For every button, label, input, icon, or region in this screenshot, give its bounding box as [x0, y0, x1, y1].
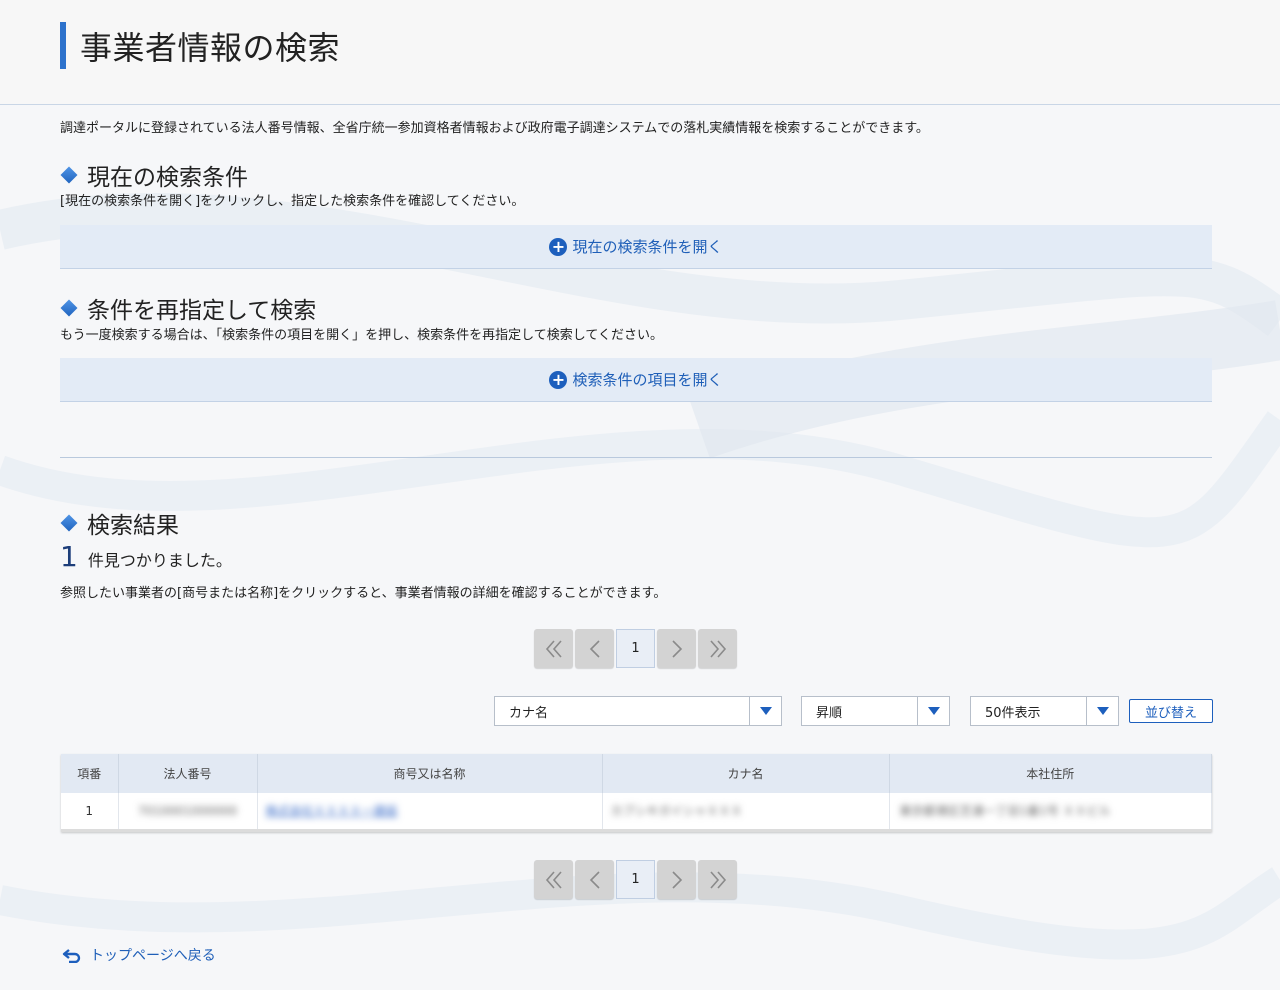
result-count-number: 1: [60, 540, 78, 573]
respecify-title: 条件を再指定して検索: [87, 298, 317, 324]
plus-circle-icon: +: [549, 370, 568, 389]
sort-button[interactable]: 並び替え: [1129, 699, 1213, 723]
next-page-button[interactable]: [657, 860, 696, 899]
results-title: 検索結果: [87, 513, 179, 539]
pager-top: 1: [534, 629, 737, 668]
pager-bottom: 1: [534, 860, 737, 899]
cell-number: 1: [61, 793, 119, 832]
chevron-right-icon: [671, 870, 682, 889]
results-description: 参照したい事業者の[商号または名称]をクリックすると、事業者情報の詳細を確認する…: [60, 586, 667, 601]
column-header-kana-name: カナ名: [602, 754, 890, 793]
section-divider: [60, 457, 1212, 458]
sort-field-select[interactable]: カナ名: [494, 696, 782, 726]
open-current-conditions-button[interactable]: + 現在の検索条件を開く: [60, 225, 1212, 269]
open-search-fields-label: 検索条件の項目を開く: [572, 371, 723, 389]
back-to-top-label: トップページへ戻る: [90, 948, 216, 964]
page-title: 事業者情報の検索: [80, 29, 341, 67]
result-count: 1 件見つかりました。: [60, 540, 232, 573]
diamond-icon: [60, 166, 78, 184]
current-page[interactable]: 1: [616, 860, 655, 899]
address-value: 東京都港区芝浦一丁目1番1号 ＸＸビル: [899, 804, 1111, 819]
diamond-icon: [60, 299, 78, 317]
per-page-select[interactable]: 50件表示: [970, 696, 1119, 726]
result-count-text: 件見つかりました。: [87, 551, 232, 570]
chevron-left-icon: [589, 870, 600, 889]
results-table: 項番 法人番号 商号又は名称 カナ名 本社住所 1 7010001000000 …: [61, 754, 1212, 832]
title-accent-bar: [60, 22, 66, 69]
results-heading: 検索結果: [60, 506, 179, 540]
dropdown-arrow-icon: [749, 697, 781, 725]
last-page-button[interactable]: [698, 629, 737, 668]
table-row: 1 7010001000000 株式会社ＸＸＸＸ一建設 カブシキガイシャＸＸＸ …: [61, 793, 1212, 832]
table-header-row: 項番 法人番号 商号又は名称 カナ名 本社住所: [61, 754, 1212, 793]
last-page-button[interactable]: [698, 860, 737, 899]
chevron-left-icon: [589, 639, 600, 658]
sort-order-select[interactable]: 昇順: [801, 696, 950, 726]
plus-circle-icon: +: [549, 237, 568, 256]
first-page-button[interactable]: [534, 629, 573, 668]
chevron-right-icon: [671, 639, 682, 658]
current-conditions-description: [現在の検索条件を開く]をクリックし、指定した検索条件を確認してください。: [60, 194, 525, 209]
double-chevron-left-icon: [545, 870, 562, 889]
cell-company-name: 株式会社ＸＸＸＸ一建設: [257, 793, 603, 832]
sort-order-value: 昇順: [816, 705, 843, 721]
cell-head-office-address: 東京都港区芝浦一丁目1番1号 ＸＸビル: [889, 793, 1212, 832]
back-to-top-link[interactable]: トップページへ戻る: [62, 945, 216, 965]
column-header-head-office-address: 本社住所: [889, 754, 1212, 793]
column-header-corporate-number: 法人番号: [118, 754, 258, 793]
page-intro: 調達ポータルに登録されている法人番号情報、全省庁統一参加資格者情報および政府電子…: [60, 121, 929, 136]
column-header-number: 項番: [61, 754, 119, 793]
return-arrow-icon: [62, 949, 81, 963]
sort-field-value: カナ名: [509, 705, 549, 721]
column-header-company-name: 商号又は名称: [257, 754, 603, 793]
current-conditions-title: 現在の検索条件: [87, 165, 248, 191]
cell-corporate-number: 7010001000000: [118, 793, 258, 832]
dropdown-arrow-icon: [917, 697, 949, 725]
company-name-link[interactable]: 株式会社ＸＸＸＸ一建設: [266, 802, 398, 819]
current-page[interactable]: 1: [616, 629, 655, 668]
per-page-value: 50件表示: [985, 705, 1041, 721]
respecify-heading: 条件を再指定して検索: [60, 291, 316, 325]
respecify-description: もう一度検索する場合は、「検索条件の項目を開く」を押し、検索条件を再指定して検索…: [60, 328, 663, 343]
page: 事業者情報の検索 調達ポータルに登録されている法人番号情報、全省庁統一参加資格者…: [0, 0, 1280, 990]
diamond-icon: [60, 514, 78, 532]
cell-kana-name: カブシキガイシャＸＸＸ: [602, 793, 890, 832]
prev-page-button[interactable]: [575, 860, 614, 899]
next-page-button[interactable]: [657, 629, 696, 668]
current-conditions-heading: 現在の検索条件: [60, 158, 248, 192]
double-chevron-right-icon: [709, 870, 726, 889]
first-page-button[interactable]: [534, 860, 573, 899]
corporate-number-value: 7010001000000: [137, 803, 238, 818]
prev-page-button[interactable]: [575, 629, 614, 668]
open-search-fields-button[interactable]: + 検索条件の項目を開く: [60, 358, 1212, 402]
double-chevron-right-icon: [709, 639, 726, 658]
kana-name-value: カブシキガイシャＸＸＸ: [610, 804, 743, 819]
page-header: 事業者情報の検索: [0, 0, 1280, 105]
dropdown-arrow-icon: [1086, 697, 1118, 725]
open-current-conditions-label: 現在の検索条件を開く: [572, 238, 723, 256]
double-chevron-left-icon: [545, 639, 562, 658]
